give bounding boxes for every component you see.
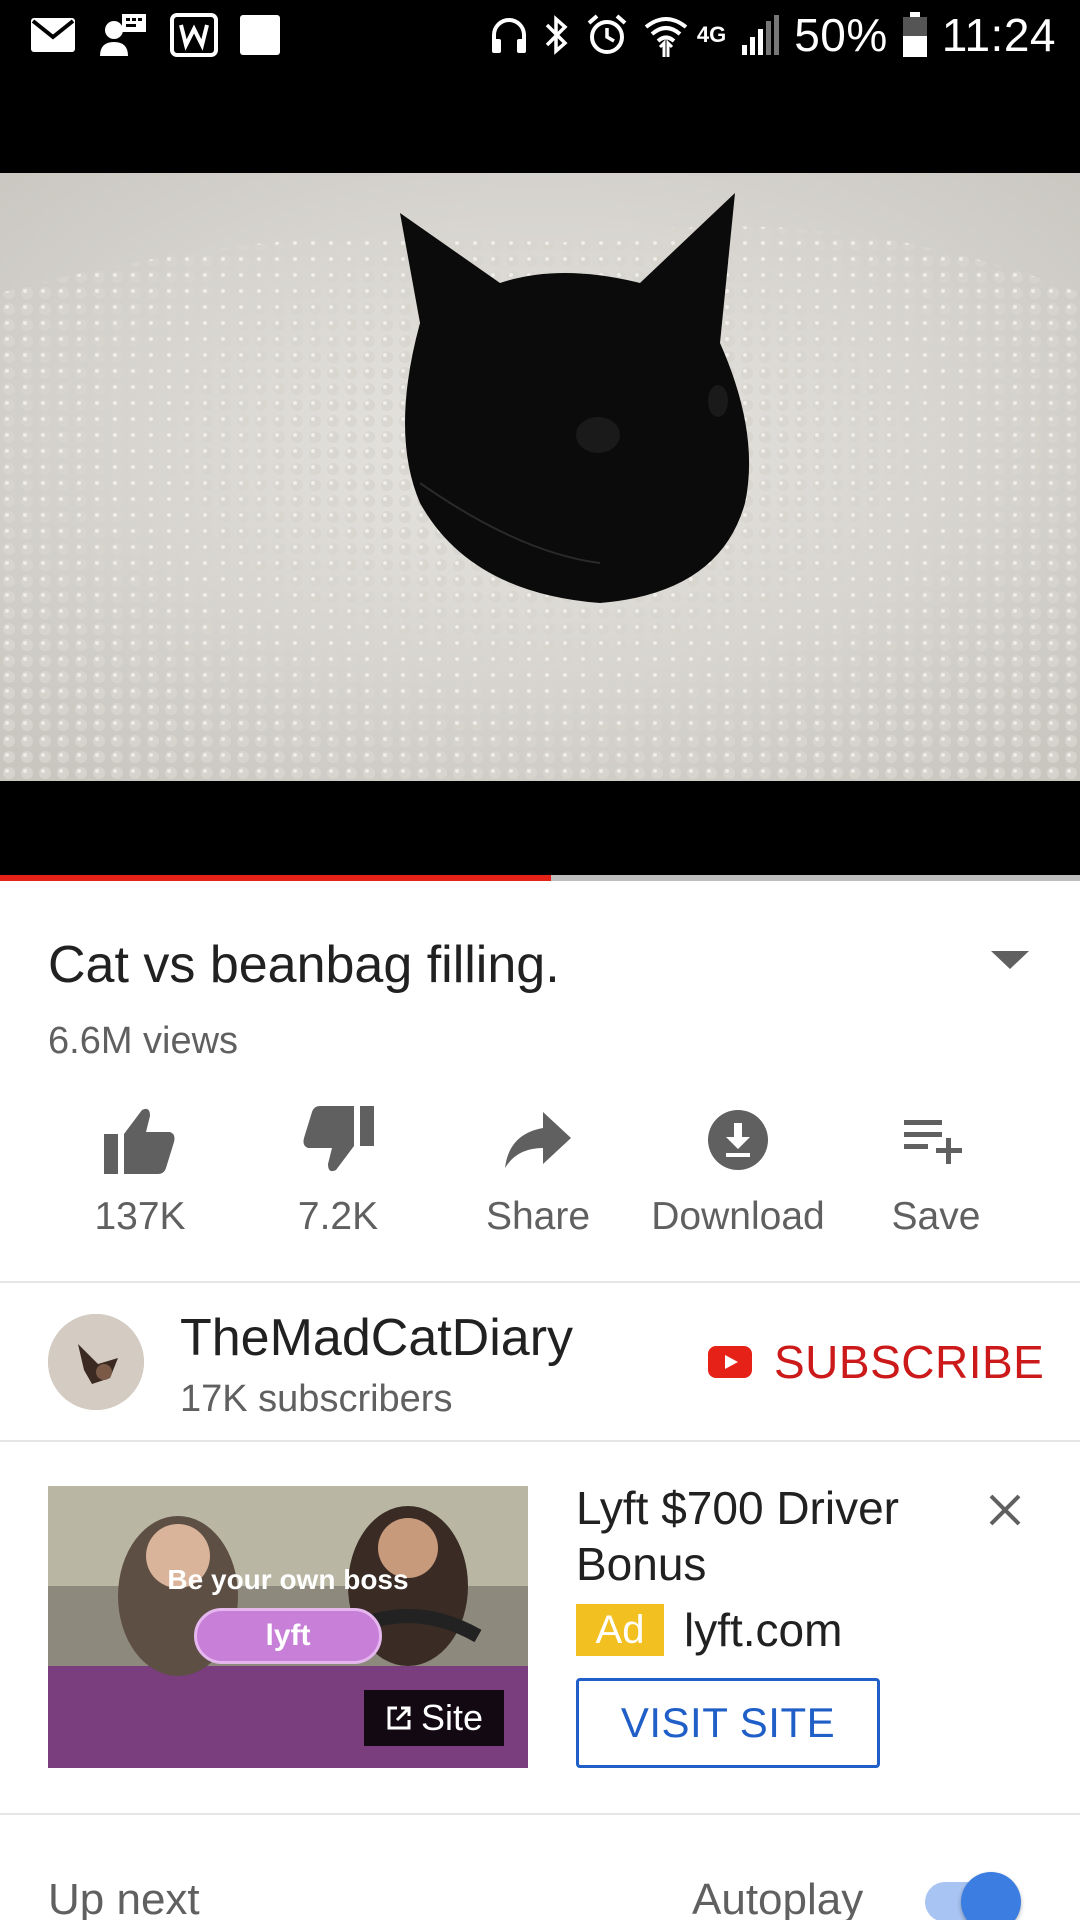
avatar-image [48, 1314, 144, 1410]
divider [0, 1281, 1080, 1283]
ad-badge: Ad [576, 1604, 664, 1656]
ad-title[interactable]: Lyft $700 Driver Bonus [576, 1480, 956, 1592]
ad-site-button[interactable]: Site [364, 1690, 504, 1746]
divider [0, 1440, 1080, 1442]
subscribe-button[interactable]: SUBSCRIBE [708, 1335, 1044, 1389]
share-button[interactable]: Share [438, 1095, 638, 1239]
expand-description-icon[interactable] [985, 945, 1035, 975]
share-icon [505, 1112, 571, 1168]
up-next-heading: Up next [48, 1875, 200, 1920]
close-icon[interactable] [985, 1490, 1025, 1530]
share-label: Share [485, 1195, 591, 1238]
download-label: Download [651, 1195, 825, 1238]
status-left-icons [30, 12, 280, 58]
subscribe-label: SUBSCRIBE [774, 1336, 1045, 1388]
account-switch-icon [100, 14, 146, 56]
download-icon [708, 1110, 768, 1170]
headphones-icon [491, 18, 526, 53]
status-right-icons: 4G 50% 11:24 [489, 8, 1056, 62]
mail-icon [31, 18, 75, 52]
view-count: 6.6M views [48, 1020, 239, 1062]
video-player[interactable] [0, 75, 1080, 881]
visit-site-button[interactable]: VISIT SITE [576, 1678, 880, 1768]
ad-thumbnail[interactable]: Be your own boss lyft Site [48, 1486, 528, 1768]
dislike-button[interactable]: 7.2K [238, 1095, 438, 1239]
subscriber-count: 17K subscribers [180, 1378, 453, 1420]
lyft-logo: lyft [194, 1608, 382, 1664]
divider [0, 1813, 1080, 1815]
battery-percent: 50% [794, 9, 888, 61]
progress-bar[interactable] [0, 875, 1080, 881]
square-icon [240, 15, 280, 55]
video-title: Cat vs beanbag filling. [48, 936, 560, 994]
ad-tagline: Be your own boss [167, 1564, 409, 1595]
save-label: Save [891, 1195, 981, 1238]
ad-domain: lyft.com [684, 1604, 843, 1656]
w-app-icon [170, 13, 218, 57]
like-count: 137K [94, 1195, 186, 1238]
save-button[interactable]: Save [836, 1095, 1036, 1239]
video-content-image [0, 173, 1080, 781]
dislike-count: 7.2K [297, 1195, 379, 1238]
toggle-knob [961, 1872, 1021, 1920]
external-link-icon [387, 1706, 411, 1730]
download-button[interactable]: Download [638, 1095, 838, 1239]
youtube-logo-icon [708, 1346, 752, 1378]
bluetooth-icon [545, 15, 568, 55]
autoplay-toggle[interactable] [925, 1872, 1025, 1920]
visit-site-label: VISIT SITE [620, 1699, 836, 1746]
battery-icon [902, 12, 927, 57]
alarm-icon [587, 14, 627, 54]
channel-avatar[interactable] [48, 1314, 144, 1410]
thumbs-down-icon [303, 1106, 374, 1172]
ad-site-label: Site [420, 1697, 484, 1738]
action-row: 137K 7.2K Share Download Save [40, 1095, 1040, 1245]
clock: 11:24 [941, 9, 1056, 61]
progress-fill [0, 875, 551, 881]
channel-name[interactable]: TheMadCatDiary [180, 1308, 573, 1368]
status-bar: 4G 50% 11:24 [0, 0, 1080, 75]
add-to-playlist-icon [904, 1120, 962, 1164]
thumbs-up-icon [104, 1108, 175, 1174]
wifi-icon [644, 17, 688, 57]
video-frame[interactable] [0, 173, 1080, 781]
signal-icon [742, 15, 780, 55]
like-button[interactable]: 137K [40, 1095, 240, 1239]
network-type: 4G [696, 22, 727, 47]
autoplay-label: Autoplay [692, 1875, 864, 1920]
lyft-logo-text: lyft [265, 1619, 311, 1652]
